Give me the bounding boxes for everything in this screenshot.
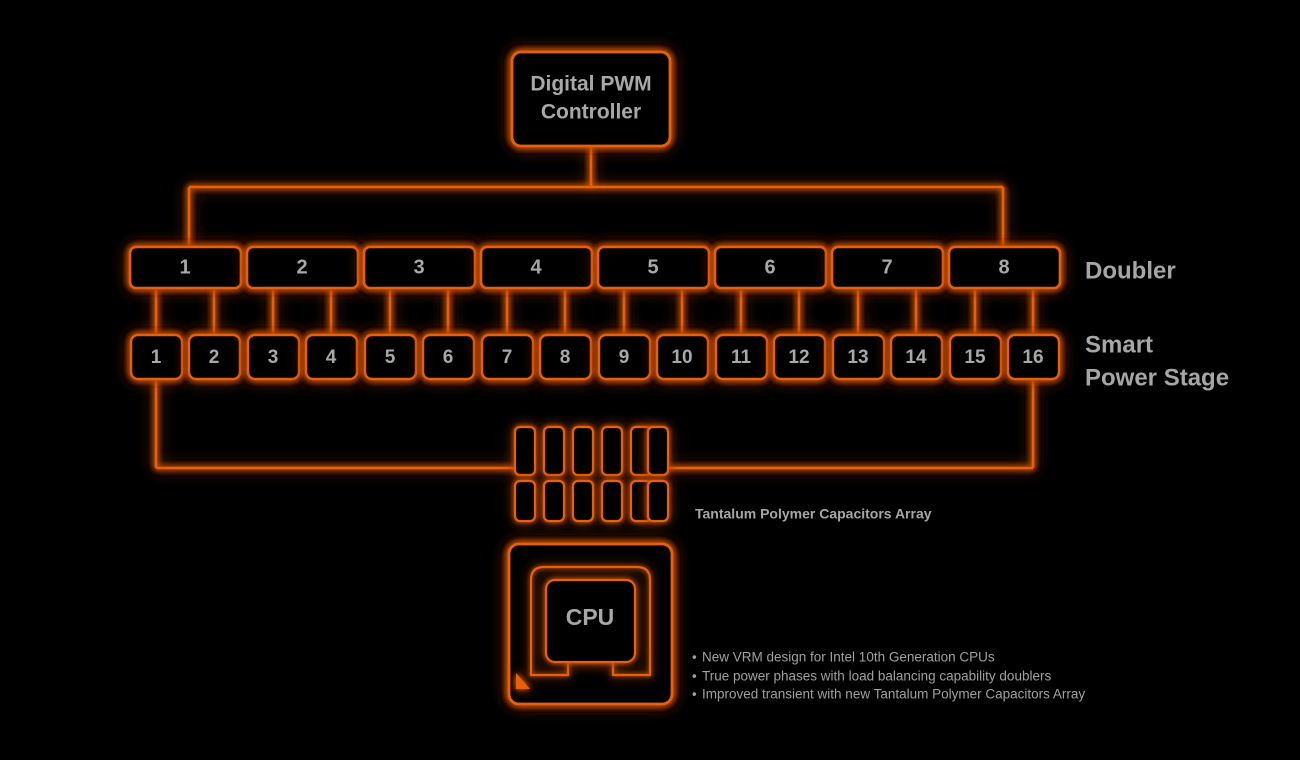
power-stage-5-label: 5 bbox=[385, 347, 396, 368]
doubler-7-label: 7 bbox=[881, 256, 892, 278]
power-stage-box-11[interactable]: 11 bbox=[714, 333, 769, 381]
power-stage-8-label: 8 bbox=[560, 347, 571, 368]
power-stage-box-1[interactable]: 1 bbox=[129, 333, 184, 381]
power-stage-box-9[interactable]: 9 bbox=[597, 333, 652, 381]
doubler-5-label: 5 bbox=[647, 256, 658, 278]
doubler-2-label: 2 bbox=[296, 256, 307, 278]
power-stage-box-10[interactable]: 10 bbox=[655, 333, 710, 381]
controller-box[interactable] bbox=[510, 50, 672, 148]
capacitor-top-4[interactable] bbox=[600, 425, 624, 477]
doubler-4-label: 4 bbox=[530, 256, 542, 278]
doubler-box-1[interactable]: 1 bbox=[128, 245, 243, 290]
power-stage-11-label: 11 bbox=[731, 347, 752, 368]
wiring-layer bbox=[154, 146, 1035, 470]
feature-item-3: • Improved transient with new Tantalum P… bbox=[692, 687, 1085, 702]
power-stage-box-13[interactable]: 13 bbox=[831, 333, 886, 381]
capacitor-bottom-6[interactable] bbox=[646, 479, 670, 523]
capacitor-array-label: Tantalum Polymer Capacitors Array bbox=[695, 506, 932, 522]
power-stage-row-label-line2: Power Stage bbox=[1085, 364, 1229, 391]
doubler-3-label: 3 bbox=[413, 256, 424, 278]
feature-text-1: New VRM design for Intel 10th Generation… bbox=[702, 650, 995, 665]
feature-bullet-1-icon: • bbox=[692, 650, 697, 665]
power-stage-box-8[interactable]: 8 bbox=[538, 333, 593, 381]
doubler-8-label: 8 bbox=[998, 256, 1009, 278]
power-stage-9-label: 9 bbox=[619, 347, 630, 368]
capacitor-top-2[interactable] bbox=[542, 425, 566, 477]
doubler-6-label: 6 bbox=[764, 256, 775, 278]
doubler-box-6[interactable]: 6 bbox=[713, 245, 828, 290]
doubler-box-4[interactable]: 4 bbox=[479, 245, 594, 290]
controller-label-line2: Controller bbox=[541, 101, 641, 124]
doubler-box-8[interactable]: 8 bbox=[947, 245, 1062, 290]
feature-bullet-2-icon: • bbox=[692, 669, 697, 684]
feature-text-3: Improved transient with new Tantalum Pol… bbox=[702, 687, 1085, 702]
cpu-socket[interactable]: CPU bbox=[507, 542, 674, 706]
feature-text-2: True power phases with load balancing ca… bbox=[702, 669, 1051, 684]
doubler-row-label: Doubler bbox=[1085, 257, 1176, 284]
vrm-block-diagram: Digital PWM Controller 1 2 3 4 5 6 7 8 D… bbox=[128, 50, 1229, 706]
power-stage-row-label-line1: Smart bbox=[1085, 331, 1153, 358]
power-stage-1-label: 1 bbox=[151, 347, 162, 368]
digital-pwm-controller[interactable]: Digital PWM Controller bbox=[510, 50, 672, 148]
doubler-box-3[interactable]: 3 bbox=[362, 245, 477, 290]
power-stage-box-12[interactable]: 12 bbox=[772, 333, 827, 381]
feature-list: • New VRM design for Intel 10th Generati… bbox=[692, 650, 1085, 702]
power-stage-box-15[interactable]: 15 bbox=[948, 333, 1003, 381]
diagram-canvas: Digital PWM Controller 1 2 3 4 5 6 7 8 D… bbox=[0, 0, 1300, 760]
power-stage-12-label: 12 bbox=[788, 347, 809, 368]
power-stage-box-14[interactable]: 14 bbox=[889, 333, 944, 381]
power-stage-16-label: 16 bbox=[1022, 347, 1043, 368]
doubler-box-5[interactable]: 5 bbox=[596, 245, 711, 290]
doubler-box-2[interactable]: 2 bbox=[245, 245, 360, 290]
power-stage-4-label: 4 bbox=[326, 347, 337, 368]
power-stage-2-label: 2 bbox=[209, 347, 220, 368]
power-stage-box-2[interactable]: 2 bbox=[187, 333, 242, 381]
feature-item-1: • New VRM design for Intel 10th Generati… bbox=[692, 650, 995, 665]
capacitor-bottom-3[interactable] bbox=[571, 479, 595, 523]
power-stage-7-label: 7 bbox=[502, 347, 513, 368]
power-stage-15-label: 15 bbox=[964, 347, 986, 368]
doubler-row: 1 2 3 4 5 6 7 8 Doubler bbox=[128, 245, 1176, 290]
power-stage-13-label: 13 bbox=[847, 347, 868, 368]
power-stage-box-6[interactable]: 6 bbox=[421, 333, 476, 381]
power-stage-box-16[interactable]: 16 bbox=[1006, 333, 1061, 381]
capacitor-top-1[interactable] bbox=[513, 425, 537, 477]
power-stage-box-3[interactable]: 3 bbox=[246, 333, 301, 381]
feature-bullet-3-icon: • bbox=[692, 687, 697, 702]
power-stage-3-label: 3 bbox=[268, 347, 279, 368]
capacitor-top-3[interactable] bbox=[571, 425, 595, 477]
power-stage-box-5[interactable]: 5 bbox=[363, 333, 418, 381]
power-stage-6-label: 6 bbox=[443, 347, 454, 368]
capacitor-array: Tantalum Polymer Capacitors Array bbox=[513, 425, 932, 523]
feature-item-2: • True power phases with load balancing … bbox=[692, 669, 1051, 684]
capacitor-top-6[interactable] bbox=[646, 425, 670, 477]
power-stage-14-label: 14 bbox=[905, 347, 927, 368]
capacitor-bottom-4[interactable] bbox=[600, 479, 624, 523]
cpu-label: CPU bbox=[566, 604, 615, 630]
doubler-1-label: 1 bbox=[179, 256, 190, 278]
doubler-box-7[interactable]: 7 bbox=[830, 245, 945, 290]
power-stage-box-4[interactable]: 4 bbox=[304, 333, 359, 381]
smart-power-stage-row: 1 2 3 4 5 6 7 8 9 10 11 12 13 14 15 16 S… bbox=[129, 331, 1229, 391]
capacitor-bottom-2[interactable] bbox=[542, 479, 566, 523]
capacitor-bottom-1[interactable] bbox=[513, 479, 537, 523]
power-stage-box-7[interactable]: 7 bbox=[480, 333, 535, 381]
controller-label-line1: Digital PWM bbox=[530, 73, 651, 96]
power-stage-10-label: 10 bbox=[671, 347, 692, 368]
